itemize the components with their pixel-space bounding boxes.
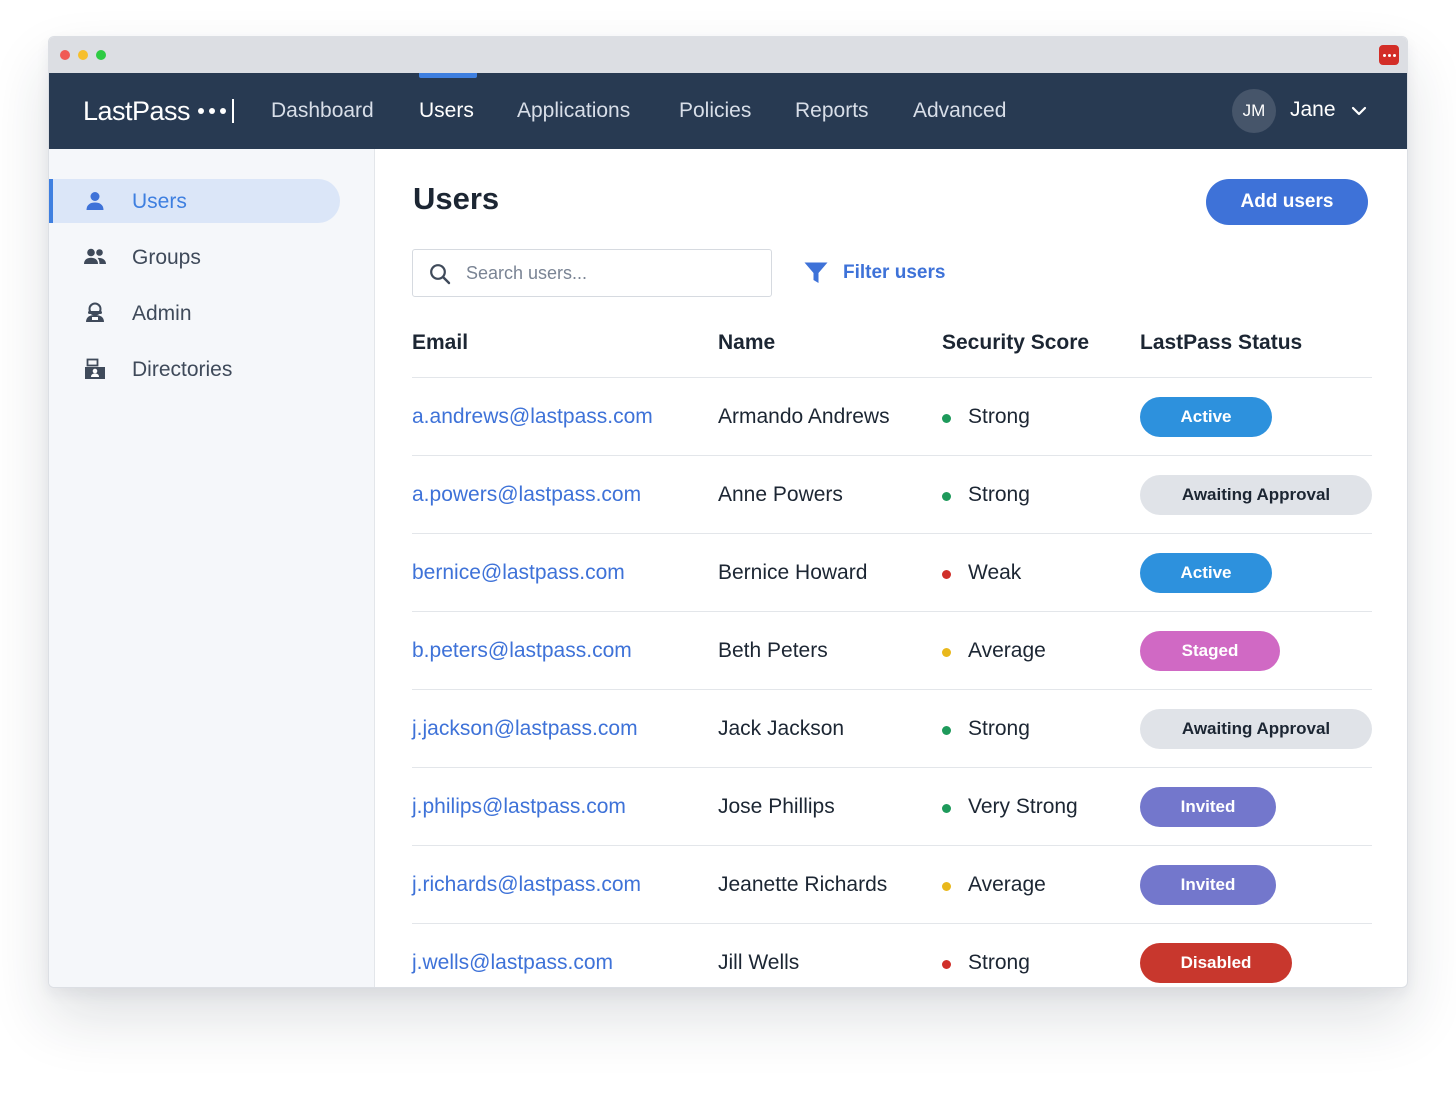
nav-reports[interactable]: Reports <box>795 99 869 123</box>
user-avatar[interactable]: JM <box>1232 89 1276 133</box>
user-email-link[interactable]: bernice@lastpass.com <box>412 561 625 585</box>
user-email-link[interactable]: j.philips@lastpass.com <box>412 795 626 819</box>
lastpass-extension-icon[interactable] <box>1379 45 1399 65</box>
page-title: Users <box>413 181 500 216</box>
security-score-dot-icon <box>942 882 951 891</box>
sidebar-item-label: Directories <box>132 358 233 381</box>
search-icon <box>430 264 451 285</box>
status-badge: Invited <box>1140 787 1276 827</box>
sidebar-item-users[interactable]: Users <box>49 179 340 223</box>
maximize-window-button[interactable] <box>96 50 106 60</box>
browser-titlebar <box>49 37 1407 73</box>
column-header-email[interactable]: Email <box>412 331 468 355</box>
table-row[interactable]: a.powers@lastpass.com Anne Powers Strong Aw… <box>412 455 1372 533</box>
add-users-button[interactable]: Add users <box>1206 179 1368 225</box>
security-score-dot-icon <box>942 570 951 579</box>
user-name-cell: Bernice Howard <box>718 561 868 584</box>
security-score-dot-icon <box>942 960 951 969</box>
logo-text: LastPass <box>83 95 191 126</box>
sidebar: Users Groups Admin Directories <box>49 149 375 987</box>
search-input[interactable] <box>466 260 756 286</box>
security-score-dot-icon <box>942 414 951 423</box>
security-score-cell: Weak <box>968 561 1022 584</box>
user-email-link[interactable]: j.wells@lastpass.com <box>412 951 613 975</box>
security-score-dot-icon <box>942 492 951 501</box>
nav-applications[interactable]: Applications <box>517 99 630 123</box>
security-score-cell: Strong <box>968 951 1030 974</box>
sidebar-item-label: Groups <box>132 246 201 269</box>
user-email-link[interactable]: j.jackson@lastpass.com <box>412 717 638 741</box>
status-badge: Awaiting Approval <box>1140 709 1372 749</box>
status-badge: Awaiting Approval <box>1140 475 1372 515</box>
table-row[interactable]: a.andrews@lastpass.com Armando Andrews Str… <box>412 377 1372 455</box>
user-email-link[interactable]: b.peters@lastpass.com <box>412 639 632 663</box>
chevron-down-icon[interactable] <box>1351 103 1367 119</box>
sidebar-item-admin[interactable]: Admin <box>49 291 340 335</box>
table-row[interactable]: j.jackson@lastpass.com Jack Jackson Strong… <box>412 689 1372 767</box>
column-header-security-score[interactable]: Security Score <box>942 331 1089 355</box>
status-badge: Active <box>1140 397 1272 437</box>
sidebar-item-label: Users <box>132 190 187 213</box>
lastpass-logo[interactable]: LastPass <box>83 95 235 127</box>
table-row[interactable]: bernice@lastpass.com Bernice Howard Weak Ac… <box>412 533 1372 611</box>
column-header-lastpass-status[interactable]: LastPass Status <box>1140 331 1302 355</box>
table-row[interactable]: j.wells@lastpass.com Jill Wells Strong Disa… <box>412 923 1372 987</box>
top-navigation: LastPass Dashboard Users Applications Po… <box>49 73 1407 149</box>
status-badge: Disabled <box>1140 943 1292 983</box>
browser-window: LastPass Dashboard Users Applications Po… <box>48 36 1408 988</box>
column-header-name[interactable]: Name <box>718 331 775 355</box>
security-score-cell: Strong <box>968 717 1030 740</box>
directories-icon <box>85 358 105 379</box>
close-window-button[interactable] <box>60 50 70 60</box>
table-row[interactable]: j.richards@lastpass.com Jeanette Richards… <box>412 845 1372 923</box>
user-email-link[interactable]: j.richards@lastpass.com <box>412 873 641 897</box>
user-email-link[interactable]: a.andrews@lastpass.com <box>412 405 653 429</box>
status-badge: Active <box>1140 553 1272 593</box>
security-score-cell: Strong <box>968 483 1030 506</box>
table-row[interactable]: j.philips@lastpass.com Jose Phillips Very … <box>412 767 1372 845</box>
security-score-cell: Strong <box>968 405 1030 428</box>
user-name-cell: Jack Jackson <box>718 717 845 740</box>
user-name-cell: Beth Peters <box>718 639 828 662</box>
groups-icon <box>84 248 106 264</box>
admin-icon <box>86 302 104 322</box>
nav-users[interactable]: Users <box>419 99 474 123</box>
user-name[interactable]: Jane <box>1290 98 1336 122</box>
user-email-link[interactable]: a.powers@lastpass.com <box>412 483 641 507</box>
security-score-cell: Very Strong <box>968 795 1078 818</box>
user-icon <box>86 192 104 210</box>
security-score-cell: Average <box>968 639 1046 662</box>
security-score-dot-icon <box>942 804 951 813</box>
main-content: Users Add users Filter users Email Name … <box>375 149 1407 987</box>
sidebar-item-groups[interactable]: Groups <box>49 235 340 279</box>
user-name-cell: Jose Phillips <box>718 795 835 818</box>
nav-dashboard[interactable]: Dashboard <box>271 99 374 123</box>
status-badge: Staged <box>1140 631 1280 671</box>
status-badge: Invited <box>1140 865 1276 905</box>
nav-advanced[interactable]: Advanced <box>913 99 1006 123</box>
filter-icon <box>804 262 828 283</box>
filter-users-label: Filter users <box>843 262 946 283</box>
user-name-cell: Armando Andrews <box>718 405 890 428</box>
user-name-cell: Jeanette Richards <box>718 873 888 896</box>
logo-dots-icon <box>198 108 227 114</box>
search-box[interactable] <box>412 249 772 297</box>
nav-policies[interactable]: Policies <box>679 99 751 123</box>
security-score-dot-icon <box>942 648 951 657</box>
minimize-window-button[interactable] <box>78 50 88 60</box>
security-score-dot-icon <box>942 726 951 735</box>
active-nav-indicator <box>419 73 477 78</box>
user-name-cell: Jill Wells <box>718 951 800 974</box>
sidebar-item-directories[interactable]: Directories <box>49 347 340 391</box>
security-score-cell: Average <box>968 873 1046 896</box>
user-name-cell: Anne Powers <box>718 483 843 506</box>
sidebar-item-label: Admin <box>132 302 192 325</box>
table-row[interactable]: b.peters@lastpass.com Beth Peters Average S… <box>412 611 1372 689</box>
filter-users-button[interactable]: Filter users <box>803 259 945 287</box>
